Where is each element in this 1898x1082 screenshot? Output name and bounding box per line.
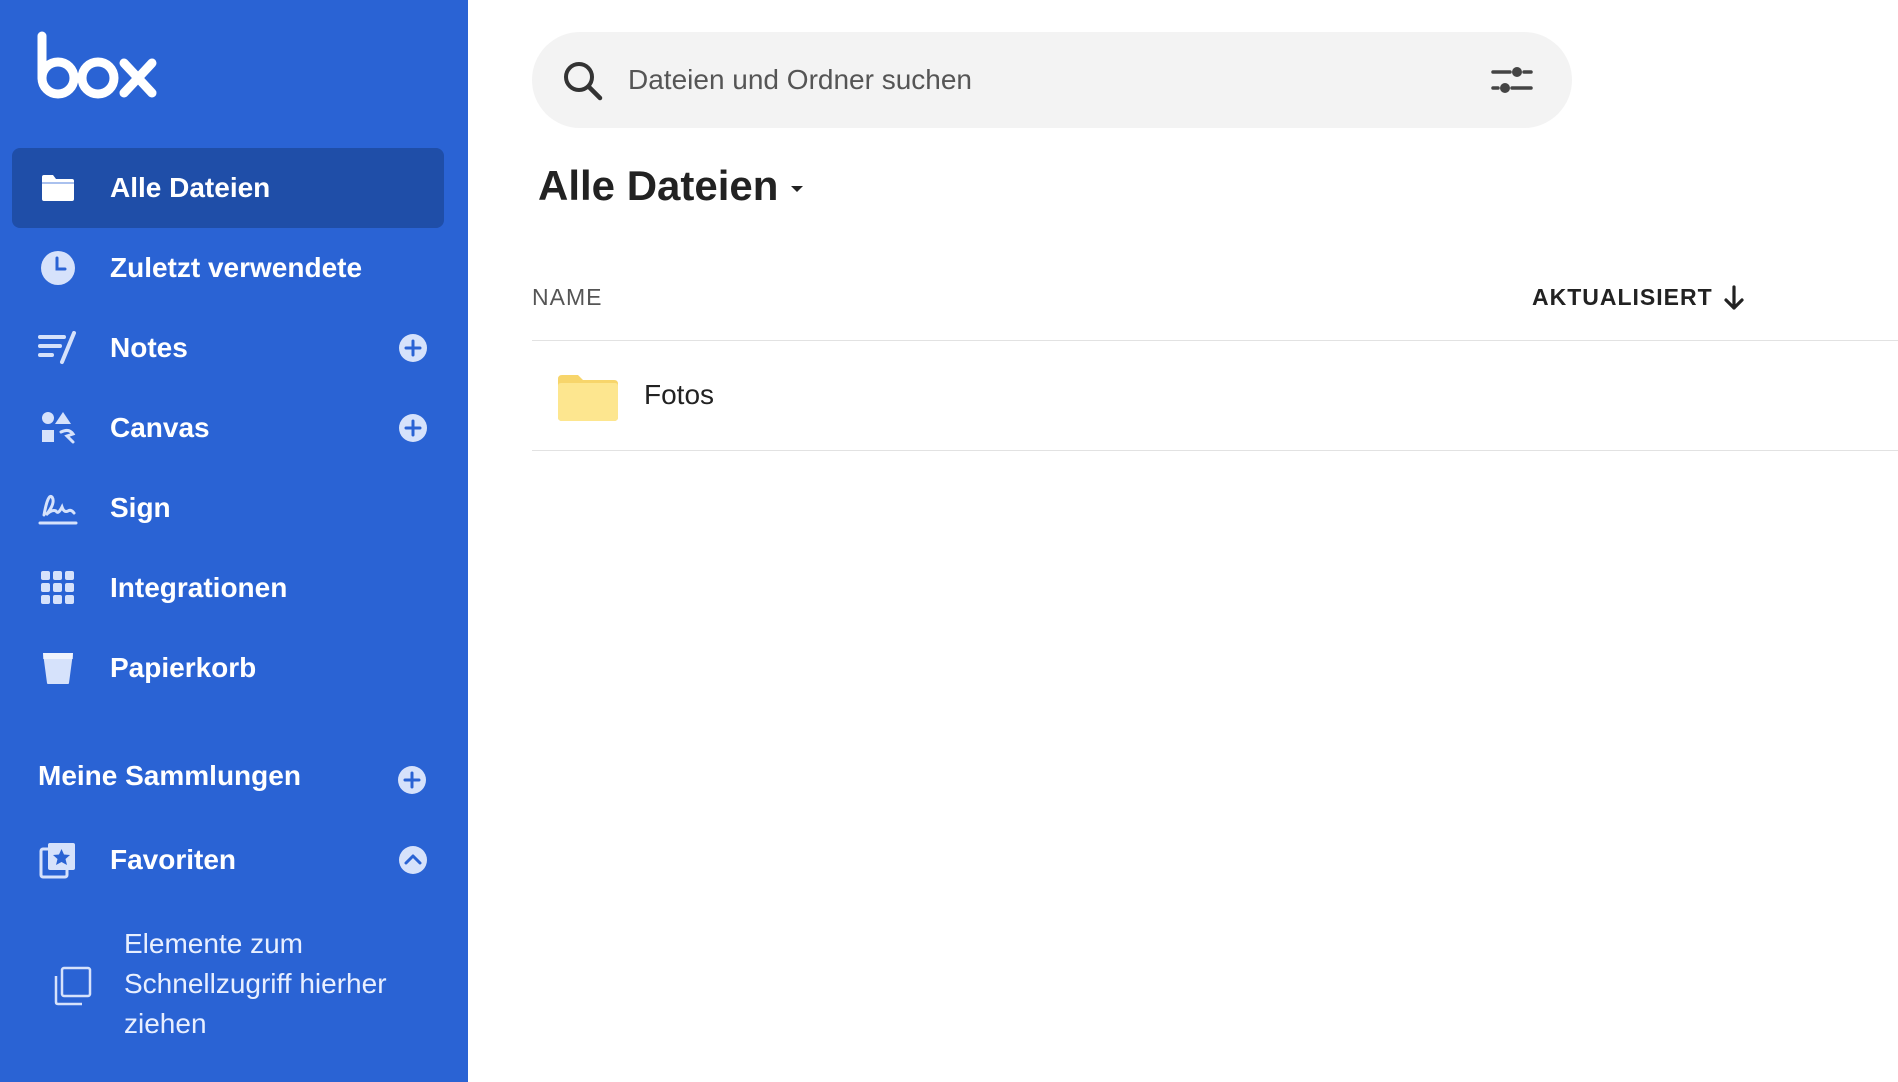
search-bar[interactable] [532, 32, 1572, 128]
sidebar: Alle Dateien Zuletzt verwendete Notes Ca… [0, 0, 468, 1082]
sidebar-nav: Alle Dateien Zuletzt verwendete Notes Ca… [0, 148, 468, 708]
chevron-up-icon[interactable] [398, 845, 428, 875]
sidebar-item-canvas[interactable]: Canvas [12, 388, 444, 468]
sidebar-item-label: Sign [110, 492, 171, 523]
filter-sliders-icon[interactable] [1490, 64, 1534, 96]
notes-icon [38, 328, 78, 368]
sidebar-item-recent[interactable]: Zuletzt verwendete [12, 228, 444, 308]
main-content: Alle Dateien NAME AKTUALISIERT Fotos [468, 0, 1898, 1082]
box-logo[interactable] [36, 30, 161, 100]
sidebar-item-label: Papierkorb [110, 652, 257, 683]
sidebar-item-label: Alle Dateien [110, 172, 271, 203]
sidebar-item-favorites[interactable]: Favoriten [12, 820, 444, 900]
favorites-star-icon [38, 840, 78, 880]
collections-title: Meine Sammlungen [38, 760, 301, 791]
search-input[interactable] [628, 54, 1448, 106]
sidebar-item-label: Notes [110, 332, 188, 363]
canvas-icon [38, 408, 78, 448]
sidebar-item-label: Canvas [110, 412, 210, 443]
trash-icon [38, 648, 78, 688]
search-icon [564, 62, 603, 101]
sort-down-arrow-icon [1724, 284, 1744, 310]
drop-hint-text: Elemente zum Schnellzugriff hierher zieh… [124, 928, 387, 1039]
favorites-drop-hint: Elemente zum Schnellzugriff hierher zieh… [50, 920, 440, 1050]
folder-icon [558, 375, 618, 421]
sidebar-item-label: Favoriten [110, 844, 237, 875]
sidebar-item-all-files[interactable]: Alle Dateien [12, 148, 444, 228]
sidebar-item-notes[interactable]: Notes [12, 308, 444, 388]
page-title-text: Alle Dateien [538, 162, 779, 209]
sidebar-item-label: Integrationen [110, 572, 288, 603]
column-header-updated-label: AKTUALISIERT [1532, 284, 1713, 310]
column-header-updated[interactable]: AKTUALISIERT [1532, 284, 1745, 311]
copy-icon [54, 966, 92, 1006]
file-name[interactable]: Fotos [644, 379, 714, 411]
column-header-name[interactable]: NAME [532, 284, 602, 311]
sidebar-item-sign[interactable]: Sign [12, 468, 444, 548]
sidebar-item-integrations[interactable]: Integrationen [12, 548, 444, 628]
page-title[interactable]: Alle Dateien [538, 162, 804, 210]
add-note-icon[interactable] [398, 333, 428, 363]
add-collection-icon[interactable] [397, 765, 427, 795]
clock-icon [38, 248, 78, 288]
add-canvas-icon[interactable] [398, 413, 428, 443]
folder-icon [38, 168, 78, 208]
caret-down-icon [791, 186, 804, 192]
signature-icon [38, 488, 78, 528]
sidebar-item-label: Zuletzt verwendete [110, 252, 363, 283]
table-divider [532, 450, 1898, 451]
grid-icon [38, 568, 78, 608]
table-row[interactable]: Fotos [532, 341, 1898, 450]
sidebar-item-trash[interactable]: Papierkorb [12, 628, 444, 708]
